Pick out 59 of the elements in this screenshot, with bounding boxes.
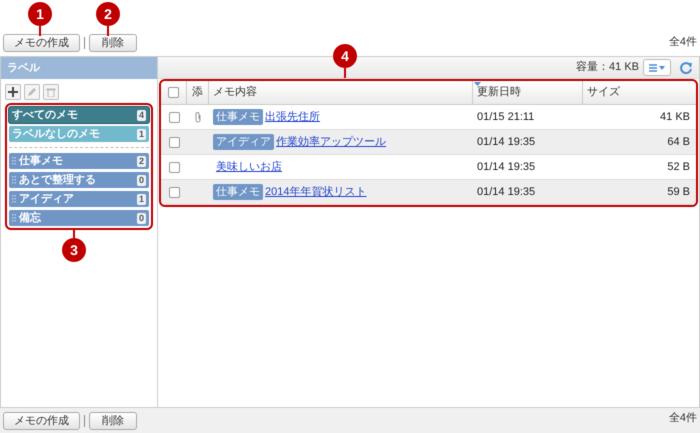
drag-handle-icon	[12, 176, 16, 184]
column-header[interactable]: メモ内容	[209, 81, 473, 104]
refresh-icon[interactable]	[679, 60, 693, 74]
label-item[interactable]: 仕事メモ 2	[9, 153, 149, 169]
checkbox[interactable]	[168, 112, 180, 122]
trash-icon[interactable]	[43, 84, 59, 100]
checkbox[interactable]	[168, 186, 180, 198]
column-header[interactable]: 更新日時	[473, 81, 583, 104]
label-tag: アイディア	[213, 134, 274, 150]
table-row[interactable]: 仕事メモ 2014年年賀状リスト 01/14 19:35 59 B	[161, 180, 696, 205]
date-cell-text: 01/14 19:35	[476, 160, 536, 175]
memo-title-link[interactable]: 作業効率アップツール	[276, 134, 386, 150]
label-count: 2	[136, 156, 146, 166]
size-cell-text: 41 KB	[659, 110, 691, 125]
label-tag: 仕事メモ	[213, 109, 263, 125]
label-item[interactable]: アイディア 1	[9, 191, 149, 207]
date-cell-text: 01/14 19:35	[476, 134, 536, 150]
label-count: 0	[136, 174, 146, 186]
column-header[interactable]: サイズ	[583, 81, 696, 104]
callout-number: 1	[28, 2, 52, 26]
label-item[interactable]: ラベルなしのメモ 1	[9, 126, 149, 142]
delete-button[interactable]: 削除	[89, 34, 137, 52]
drag-handle-icon	[12, 194, 16, 204]
memo-title-link[interactable]: 2014年年賀状リスト	[265, 184, 366, 200]
checkbox[interactable]	[168, 162, 180, 172]
size-cell-text: 59 B	[666, 184, 691, 200]
checkbox[interactable]	[168, 87, 179, 98]
label-item[interactable]: 備忘 0	[9, 210, 149, 226]
date-cell-text: 01/15 21:11	[476, 110, 536, 125]
checkbox[interactable]	[168, 136, 180, 148]
add-icon[interactable]	[5, 84, 21, 100]
label-count: 1	[136, 194, 146, 204]
sort-arrow-icon	[474, 82, 481, 86]
callout-number: 2	[96, 2, 120, 26]
drag-handle-icon	[12, 214, 16, 222]
table-row[interactable]: アイディア 作業効率アップツール 01/14 19:35 64 B	[161, 130, 696, 155]
date-cell-text: 01/14 19:35	[476, 184, 536, 200]
callout-number: 3	[62, 238, 86, 262]
sidebar-header: ラベル	[1, 57, 157, 79]
label-count: 0	[136, 212, 146, 224]
view-menu-button[interactable]	[643, 59, 671, 76]
label-item[interactable]: あとで整理する 0	[9, 172, 149, 188]
label-item[interactable]: すべてのメモ 4	[9, 107, 149, 123]
total-count: 全4件	[668, 35, 697, 50]
label-count: 1	[136, 128, 146, 140]
list-dropdown-icon	[649, 64, 665, 72]
label-tag: 仕事メモ	[213, 184, 263, 200]
drag-handle-icon	[12, 156, 16, 166]
delete-button[interactable]: 削除	[89, 412, 137, 430]
total-count: 全4件	[668, 411, 697, 426]
capacity-text: 容量：41 KB	[576, 60, 639, 76]
column-header[interactable]: 添	[187, 81, 209, 104]
label-count: 4	[136, 110, 146, 120]
create-memo-button[interactable]: メモの作成	[3, 412, 80, 430]
create-memo-button[interactable]: メモの作成	[3, 34, 80, 52]
memo-title-link[interactable]: 美味しいお店	[216, 158, 282, 176]
size-cell-text: 52 B	[666, 160, 691, 175]
memo-title-link[interactable]: 出張先住所	[265, 108, 320, 126]
size-cell-text: 64 B	[666, 134, 691, 150]
